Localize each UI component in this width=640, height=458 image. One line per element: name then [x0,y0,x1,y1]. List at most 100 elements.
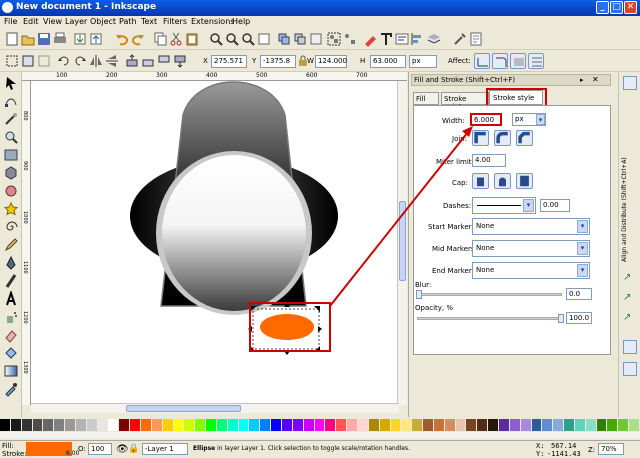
palette-swatch[interactable] [292,419,303,431]
palette-swatch[interactable] [130,419,140,431]
bucket-tool-icon[interactable] [3,345,19,361]
zoom-selection-icon[interactable] [208,31,224,47]
copy-icon[interactable] [152,31,168,47]
layers-icon[interactable] [426,31,442,47]
stroke-width-field[interactable]: 6.000 [470,113,502,126]
mid-markers-select[interactable]: None ▾ [472,240,590,257]
menu-filters[interactable]: Filters [163,17,187,26]
zoom-field[interactable]: 70% [598,443,624,455]
layer-select[interactable]: -Layer 1 [142,443,188,455]
palette-swatch[interactable] [390,419,401,431]
gradient-tool-icon[interactable] [3,363,19,379]
palette-swatch[interactable] [32,419,43,431]
select-all-layers-icon[interactable] [20,53,36,69]
menu-file[interactable]: File [4,17,17,26]
palette-swatch[interactable] [401,419,412,431]
scale-corners-icon[interactable] [492,53,508,69]
palette-swatch[interactable] [260,419,271,431]
close-button[interactable]: ✕ [624,1,637,14]
maximize-button[interactable]: □ [610,1,623,14]
horizontal-scrollbar[interactable] [31,403,399,413]
y-field[interactable]: -1375.8 [260,55,296,68]
snap-nodes-icon[interactable]: ↗ [623,272,637,286]
rotate-cw-icon[interactable] [72,53,88,69]
unit-select[interactable]: px [409,55,437,68]
node-tool-icon[interactable] [3,93,19,109]
palette-swatch[interactable] [282,419,292,431]
cap-round-icon[interactable] [494,173,511,189]
menu-extensions[interactable]: Extensions [191,17,234,26]
drawing-canvas[interactable] [31,81,399,403]
dash-offset-field[interactable]: 0.00 [540,199,570,212]
paste-icon[interactable] [184,31,200,47]
stroke-unit-select[interactable]: px ▾ [512,113,546,126]
palette-swatch[interactable] [249,419,260,431]
deselect-icon[interactable] [36,53,52,69]
join-bevel-icon[interactable] [516,130,533,146]
raise-icon[interactable] [140,53,156,69]
palette-swatch[interactable] [509,419,520,431]
rectangle-tool-icon[interactable] [3,147,19,163]
dock-close-icon[interactable]: ✕ [592,75,599,84]
palette-swatch[interactable] [10,419,21,431]
penguin-body[interactable] [130,81,338,315]
snap-intersections-icon[interactable]: ↗ [623,312,637,326]
raise-to-top-icon[interactable] [124,53,140,69]
move-patterns-icon[interactable] [528,53,544,69]
snap-grid-icon[interactable] [623,340,637,354]
lower-icon[interactable] [156,53,172,69]
palette-swatch[interactable] [412,419,423,431]
dashes-pattern-select[interactable]: ▾ [472,197,536,214]
palette-swatch[interactable] [75,419,86,431]
opacity-slider-thumb[interactable] [558,314,564,323]
palette-swatch[interactable] [141,419,151,431]
palette-swatch[interactable] [347,419,357,431]
palette-swatch[interactable] [574,419,585,431]
palette-swatch[interactable] [0,419,10,431]
palette-swatch[interactable] [325,419,336,431]
snap-paths-icon[interactable]: ↗ [623,292,637,306]
redo-icon[interactable] [130,31,146,47]
width-field[interactable]: 124.000 [315,55,347,68]
palette-swatch[interactable] [173,419,184,431]
import-icon[interactable] [72,31,88,47]
snap-toggle-icon[interactable] [623,76,637,90]
palette-swatch[interactable] [336,419,347,431]
menu-layer[interactable]: Layer [65,17,87,26]
palette-swatch[interactable] [498,419,509,431]
star-tool-icon[interactable] [3,201,19,217]
fill-stroke-icon[interactable] [362,31,378,47]
palette-swatch[interactable] [108,419,119,431]
palette-swatch[interactable] [488,419,498,431]
palette-swatch[interactable] [206,419,216,431]
dropper-tool-icon[interactable] [3,381,19,397]
flip-vertical-icon[interactable] [104,53,120,69]
palette-swatch[interactable] [216,419,227,431]
palette-swatch[interactable] [520,419,531,431]
tweak-tool-icon[interactable] [3,111,19,127]
selector-tool-icon[interactable] [3,75,19,91]
palette-swatch[interactable] [477,419,488,431]
ungroup-icon[interactable] [342,31,358,47]
palette-swatch[interactable] [564,419,574,431]
move-gradients-icon[interactable] [510,53,526,69]
join-miter-icon[interactable] [472,130,489,146]
undo-icon[interactable] [114,31,130,47]
select-all-icon[interactable] [4,53,20,69]
palette-swatch[interactable] [184,419,195,431]
menu-help[interactable]: Help [232,17,250,26]
palette-swatch[interactable] [303,419,314,431]
menu-path[interactable]: Path [119,17,137,26]
cap-square-icon[interactable] [516,173,533,189]
snap-guide-icon[interactable] [623,362,637,376]
eraser-tool-icon[interactable] [3,327,19,343]
minimize-button[interactable]: _ [596,1,609,14]
pencil-tool-icon[interactable] [3,237,19,253]
preferences-icon[interactable] [452,31,468,47]
palette-swatch[interactable] [227,419,238,431]
palette-swatch[interactable] [162,419,173,431]
text-tool-icon[interactable] [3,289,19,307]
palette-swatch[interactable] [357,419,368,431]
unlink-clone-icon[interactable] [308,31,324,47]
zoom-width-icon[interactable] [256,31,272,47]
